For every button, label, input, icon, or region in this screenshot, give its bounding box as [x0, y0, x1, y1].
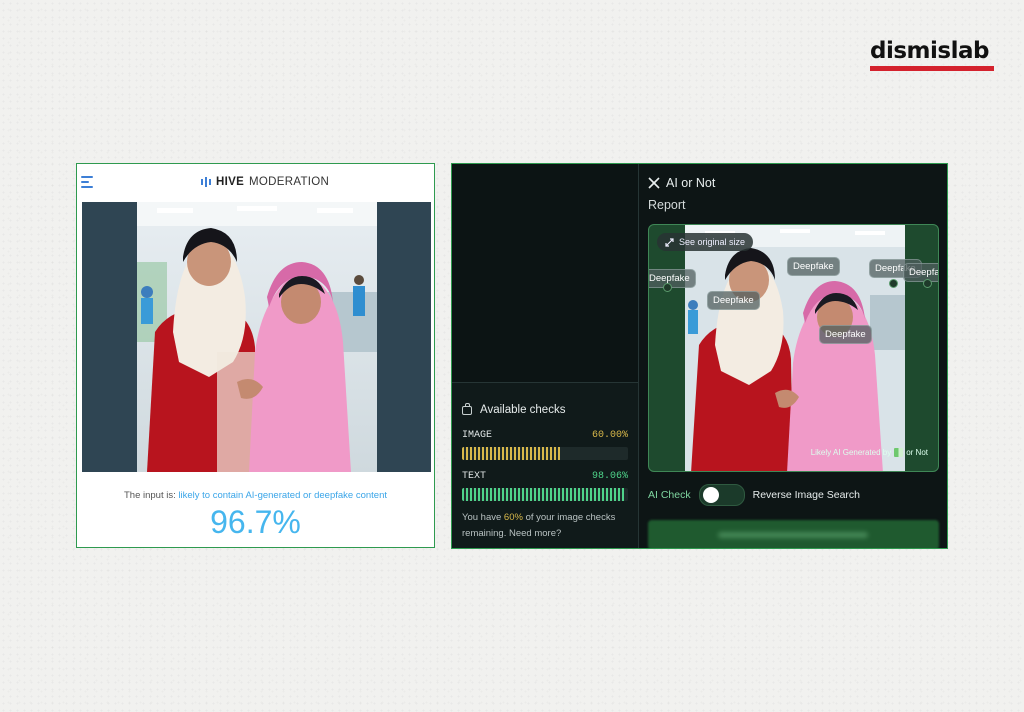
hive-logo-bold: HIVE [216, 176, 245, 188]
aion-panel: Available checks IMAGE 60.00% TEXT 98.06… [451, 163, 948, 549]
deepfake-tag[interactable]: Deepfake [819, 325, 872, 344]
aion-brand: AI or Not [648, 176, 715, 190]
image-meter-fill [462, 447, 562, 460]
menu-icon[interactable] [81, 176, 95, 190]
aion-brand-name: AI or Not [666, 176, 716, 190]
hive-logo-icon [201, 177, 211, 187]
text-meter [462, 488, 628, 501]
deepfake-tag[interactable]: Deepfake [787, 257, 840, 276]
hive-result-highlight: likely to contain AI-generated or deepfa… [178, 490, 387, 501]
image-meter-label: IMAGE [462, 430, 493, 441]
brand-underline [870, 66, 994, 71]
aion-report-area: AI or Not Report See original size Deepf… [638, 164, 947, 548]
deepfake-tag[interactable]: Deepfake [707, 291, 760, 310]
image-meter-percent: 60.00% [591, 430, 628, 441]
remaining-percent: 60% [503, 512, 523, 523]
text-meter-label: TEXT [462, 471, 487, 482]
hive-image-container [82, 202, 431, 472]
blurred-action-label [718, 532, 868, 538]
ai-check-label[interactable]: AI Check [648, 489, 691, 501]
report-image-frame: See original size Deepfake Deepfake Deep… [648, 224, 939, 472]
image-meter [462, 447, 628, 460]
see-original-size-label: See original size [679, 237, 746, 247]
hive-uploaded-image [137, 202, 377, 472]
aion-sidebar-blank [452, 164, 638, 383]
remaining-checks-text: You have 60% of your image checks remain… [462, 510, 638, 542]
hive-result-prefix: The input is: [123, 490, 176, 501]
brand-name: dismislab [870, 38, 989, 64]
deepfake-marker[interactable] [663, 283, 672, 292]
mode-switch[interactable] [698, 484, 745, 506]
report-title: Report [648, 198, 686, 212]
likely-ai-label: Likely AI Generated by or Not [811, 448, 928, 457]
reverse-image-search-label[interactable]: Reverse Image Search [753, 489, 860, 501]
deepfake-marker[interactable] [889, 279, 898, 288]
available-checks-title: Available checks [480, 404, 566, 416]
aion-sidebar: Available checks IMAGE 60.00% TEXT 98.06… [452, 164, 639, 548]
hive-logo-rest: MODERATION [249, 176, 330, 188]
likely-suffix: or Not [906, 448, 928, 457]
hive-logo: HIVE MODERATION [201, 176, 329, 188]
see-original-size-button[interactable]: See original size [657, 233, 754, 251]
check-mode-toggle: AI Check Reverse Image Search [648, 484, 860, 506]
wallet-icon [462, 402, 472, 415]
aion-mini-logo-icon [894, 448, 904, 457]
text-meter-fill [462, 488, 625, 501]
remaining-prefix: You have [462, 512, 502, 523]
available-checks-header: Available checks [462, 402, 566, 416]
likely-prefix: Likely AI Generated by [810, 448, 892, 457]
hive-panel: HIVE MODERATION The input is: likely to … [76, 163, 435, 548]
deepfake-tag[interactable]: Deepfake [903, 263, 938, 282]
mode-switch-knob[interactable] [702, 487, 719, 503]
hive-result-text: The input is: likely to contain AI-gener… [77, 490, 434, 501]
deepfake-marker[interactable] [923, 279, 932, 288]
dismislab-logo: dismislab [870, 38, 994, 71]
aion-logo-icon [648, 177, 660, 189]
text-meter-percent: 98.06% [591, 471, 628, 482]
blurred-action-button[interactable] [648, 520, 939, 548]
expand-icon [665, 237, 674, 247]
hive-score: 96.7% [210, 504, 301, 540]
deepfake-tag[interactable]: Deepfake [649, 269, 696, 288]
